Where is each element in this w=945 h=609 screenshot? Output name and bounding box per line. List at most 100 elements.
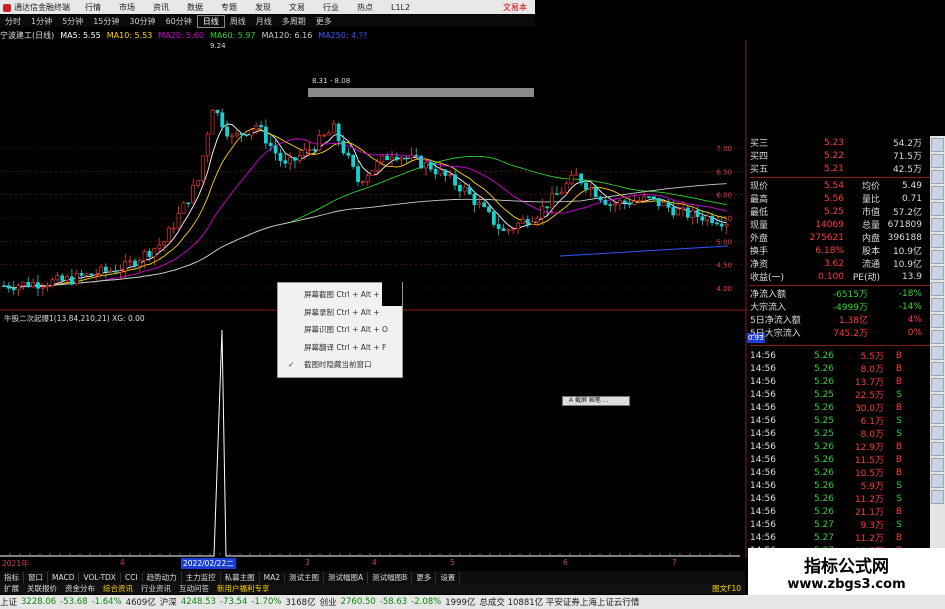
quote-cell: 14:56 [750, 493, 776, 504]
price-tick-label: 4.50 [716, 262, 732, 270]
tab-chuangkou[interactable]: 窗口 [24, 571, 48, 583]
screenshot-toolbar[interactable]: A 截屏 画笔 ... [562, 396, 630, 406]
sidebar-button[interactable] [931, 250, 944, 264]
sidebar-button[interactable] [931, 138, 944, 152]
tab-trend[interactable]: 趋势动力 [143, 571, 182, 583]
tab-ma2[interactable]: MA2 [260, 572, 286, 582]
quote-cell: 1.38亿 [838, 316, 868, 326]
menu-zhuanti[interactable]: 专题 [212, 2, 246, 13]
app-title: 通达信金融终端 [0, 2, 76, 13]
period-month[interactable]: 月线 [251, 16, 277, 27]
tab-test-b[interactable]: 测试幅图B [368, 571, 413, 583]
subtab-funds[interactable]: 资金分布 [61, 583, 99, 594]
candle-body [268, 142, 273, 146]
sidebar-button[interactable] [931, 378, 944, 392]
menu-hangqing[interactable]: 行情 [76, 2, 110, 13]
tab-test-main[interactable]: 测试主图 [285, 571, 325, 583]
period-60min[interactable]: 60分钟 [161, 16, 197, 27]
candle-body [157, 244, 162, 249]
tab-settings[interactable]: 设置 [436, 571, 461, 583]
status-cell: 1999亿 [445, 598, 476, 608]
quote-cell: 最高 [750, 195, 769, 205]
time-tick [669, 553, 671, 555]
subtab-news[interactable]: 综合资讯 [99, 583, 137, 594]
period-fenshi[interactable]: 分时 [0, 16, 26, 27]
tab-test-a[interactable]: 测试幅图A [324, 571, 369, 583]
sidebar-button[interactable] [931, 362, 944, 376]
time-tick [29, 553, 31, 555]
candle-body [167, 227, 171, 242]
time-tick [489, 553, 491, 555]
period-day[interactable]: 日线 [196, 14, 225, 28]
menu-item-translate[interactable]: 屏幕翻译 Ctrl + Alt + F [278, 339, 402, 357]
period-bar: 分时 1分钟 5分钟 15分钟 30分钟 60分钟 日线 周线 月线 多周期 更… [0, 14, 535, 28]
sidebar-button[interactable] [931, 490, 944, 504]
tab-more[interactable]: 更多 [412, 571, 437, 583]
sidebar-button[interactable] [931, 442, 944, 456]
ma250-label: MA250: 4.?? [318, 30, 368, 40]
candle-body [278, 152, 283, 161]
sidebar-button[interactable] [931, 314, 944, 328]
menu-shuju[interactable]: 数据 [178, 2, 212, 13]
sidebar-button[interactable] [931, 218, 944, 232]
sidebar-button[interactable] [931, 186, 944, 200]
sidebar-button[interactable] [931, 474, 944, 488]
sidebar-button[interactable] [931, 346, 944, 360]
sidebar-button[interactable] [931, 154, 944, 168]
tab-macd[interactable]: MACD [48, 572, 80, 582]
quote-cell: 5.23 [823, 137, 844, 148]
sidebar-button[interactable] [931, 394, 944, 408]
quote-cell: 5.26 [813, 493, 834, 504]
period-1min[interactable]: 1分钟 [26, 16, 57, 27]
menu-faxian[interactable]: 发现 [246, 2, 280, 13]
menu-l1l2[interactable]: L1L2 [382, 3, 419, 12]
subtab-welfare[interactable]: 新用户福利专享 [213, 583, 274, 594]
sidebar-button[interactable] [931, 202, 944, 216]
quote-cell: 6.18% [815, 245, 844, 256]
period-15min[interactable]: 15分钟 [88, 16, 124, 27]
subtab-expand[interactable]: 扩展 [0, 583, 23, 594]
sidebar-button[interactable] [931, 170, 944, 184]
tab-cci[interactable]: CCI [121, 572, 143, 582]
candle-body [297, 155, 302, 161]
sidebar-button[interactable] [931, 410, 944, 424]
period-5min[interactable]: 5分钟 [57, 16, 88, 27]
menu-hangye[interactable]: 行业 [314, 2, 348, 13]
sidebar-button[interactable] [931, 426, 944, 440]
tab-zhibiao[interactable]: 指标 [0, 571, 24, 583]
quote-cell: 量比 [861, 195, 880, 205]
period-week[interactable]: 周线 [225, 16, 251, 27]
menu-item-record[interactable]: 屏幕录制 Ctrl + Alt + [278, 304, 402, 322]
sidebar-button[interactable] [931, 234, 944, 248]
period-multi[interactable]: 多周期 [277, 16, 311, 27]
quote-cell: 11.2万 [854, 534, 884, 544]
menu-zixun[interactable]: 资讯 [144, 2, 178, 13]
tab-private[interactable]: 私募主图 [221, 571, 260, 583]
tab-vol[interactable]: VOL-TDX [79, 572, 121, 582]
candle-body [36, 282, 40, 289]
sidebar-button[interactable] [931, 298, 944, 312]
menu-item-hide-window[interactable]: ✓ 截图时隐藏当前窗口 [278, 356, 402, 374]
menu-right-label[interactable]: 文易本 [503, 2, 535, 13]
quote-cell: B [895, 532, 902, 543]
quote-cell: 5.27 [813, 532, 834, 543]
sidebar-button[interactable] [931, 266, 944, 280]
sidebar-button[interactable] [931, 330, 944, 344]
tab-monitor[interactable]: 主力监控 [182, 571, 221, 583]
menu-item-ocr[interactable]: 屏幕识图 Ctrl + Alt + O [278, 321, 402, 339]
subtab-industry[interactable]: 行业资讯 [137, 583, 175, 594]
subtab-qa[interactable]: 互动问答 [175, 583, 213, 594]
candle-body [637, 200, 642, 202]
sidebar-button[interactable] [931, 458, 944, 472]
menu-shichang[interactable]: 市场 [110, 2, 144, 13]
redacted-block [382, 282, 402, 296]
subtab-related[interactable]: 关联报价 [23, 583, 61, 594]
period-30min[interactable]: 30分钟 [124, 16, 160, 27]
menu-wenyi[interactable]: 文易 [280, 2, 314, 13]
period-more[interactable]: 更多 [311, 16, 337, 27]
quote-cell: 5.26 [813, 376, 834, 387]
menu-redian[interactable]: 热点 [348, 2, 382, 13]
f10-link[interactable]: 图文F10 [708, 583, 745, 594]
sidebar-button[interactable] [931, 282, 944, 296]
quote-cell: 42.5万 [892, 165, 922, 175]
